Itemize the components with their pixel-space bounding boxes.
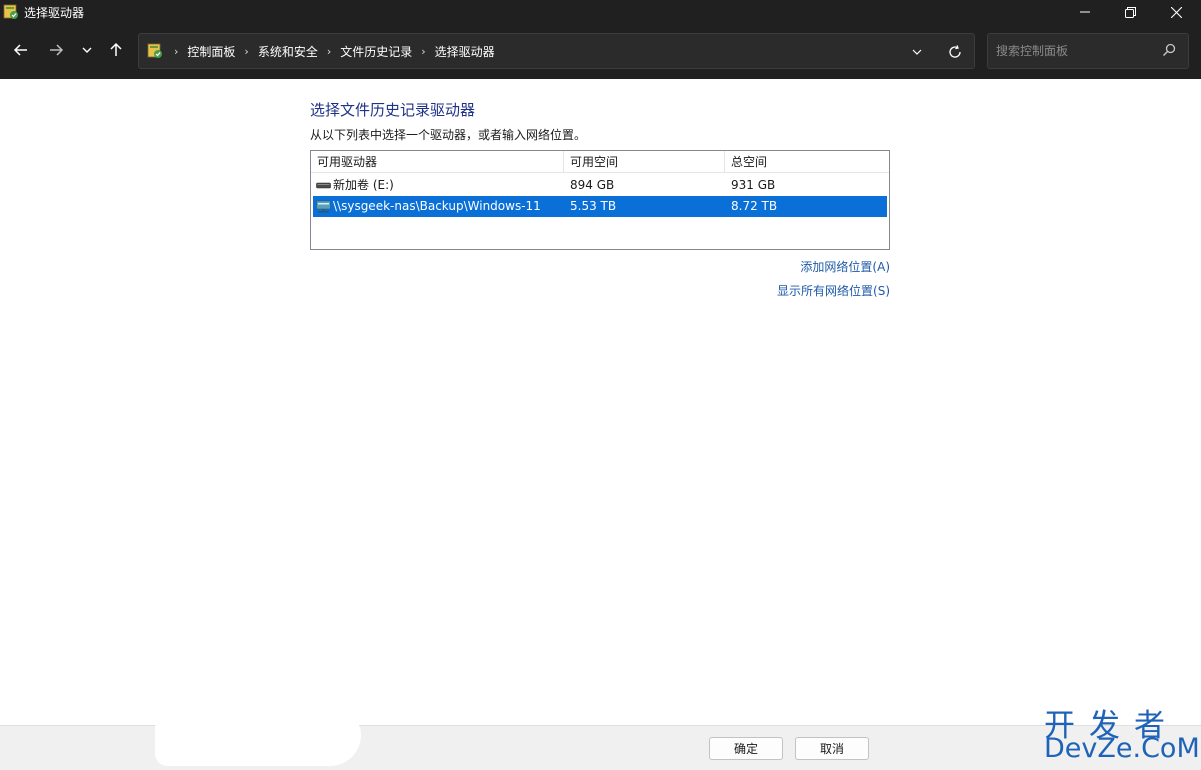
restore-button[interactable]	[1107, 0, 1153, 24]
chevron-down-icon	[912, 49, 922, 55]
column-header-total-space[interactable]: 总空间	[725, 151, 889, 173]
close-icon	[1170, 6, 1182, 18]
breadcrumb-system-security[interactable]: 系统和安全	[258, 43, 318, 60]
search-box[interactable]	[987, 33, 1189, 69]
window-title: 选择驱动器	[24, 6, 85, 20]
arrow-left-icon	[13, 44, 27, 56]
search-input[interactable]	[996, 34, 1156, 68]
arrow-right-icon	[50, 44, 64, 56]
address-history-button[interactable]	[907, 42, 927, 62]
restore-icon	[1124, 6, 1136, 18]
breadcrumb-select-drive[interactable]: 选择驱动器	[435, 43, 495, 60]
control-panel-icon	[3, 4, 19, 20]
list-header: 可用驱动器 可用空间 总空间	[311, 151, 889, 173]
watermark-line-2: DevZe.CoM	[1044, 733, 1200, 764]
cancel-button[interactable]: 取消	[795, 737, 869, 760]
chevron-right-icon[interactable]: ›	[327, 45, 331, 58]
recent-locations-button[interactable]	[73, 36, 101, 64]
title-bar: 选择驱动器	[0, 0, 1201, 24]
table-row[interactable]: 新加卷 (E:) 894 GB 931 GB	[313, 175, 887, 196]
watermark: 开发者 DevZe.CoM	[1040, 700, 1200, 770]
drive-free-space: 894 GB	[570, 178, 615, 192]
show-all-network-locations-link[interactable]: 显示所有网络位置(S)	[700, 282, 890, 299]
control-panel-icon	[147, 43, 163, 59]
arrow-up-icon	[110, 42, 122, 56]
drive-icon	[316, 179, 331, 192]
column-header-drive[interactable]: 可用驱动器	[311, 151, 564, 173]
forward-button[interactable]	[42, 36, 70, 64]
chevron-right-icon[interactable]: ›	[174, 45, 178, 58]
table-row[interactable]: \\sysgeek-nas\Backup\Windows-11 5.53 TB …	[313, 196, 887, 217]
page-title: 选择文件历史记录驱动器	[310, 101, 476, 119]
drive-total-space: 8.72 TB	[731, 199, 778, 213]
search-icon[interactable]	[1162, 43, 1178, 59]
breadcrumb: › 控制面板 › 系统和安全 › 文件历史记录 › 选择驱动器	[147, 34, 495, 68]
back-button[interactable]	[7, 36, 35, 64]
drive-name: 新加卷 (E:)	[333, 178, 394, 192]
redacted-area	[155, 710, 361, 766]
network-drive-icon	[316, 200, 331, 213]
breadcrumb-control-panel[interactable]: 控制面板	[187, 43, 235, 60]
close-button[interactable]	[1153, 0, 1199, 24]
drive-list[interactable]: 可用驱动器 可用空间 总空间 新加卷 (E:) 894 GB 931 GB \\…	[310, 150, 890, 250]
column-header-free-space[interactable]: 可用空间	[564, 151, 725, 173]
minimize-icon	[1080, 11, 1090, 13]
chevron-down-icon	[82, 47, 92, 53]
chevron-right-icon[interactable]: ›	[244, 45, 248, 58]
ok-button[interactable]: 确定	[709, 737, 783, 760]
address-bar[interactable]: › 控制面板 › 系统和安全 › 文件历史记录 › 选择驱动器	[138, 33, 975, 69]
drive-total-space: 931 GB	[731, 178, 776, 192]
drive-free-space: 5.53 TB	[570, 199, 617, 213]
minimize-button[interactable]	[1062, 0, 1108, 24]
refresh-icon	[949, 45, 961, 58]
refresh-button[interactable]	[945, 42, 965, 62]
chevron-right-icon[interactable]: ›	[421, 45, 425, 58]
add-network-location-link[interactable]: 添加网络位置(A)	[700, 258, 890, 275]
navigation-bar: › 控制面板 › 系统和安全 › 文件历史记录 › 选择驱动器	[0, 24, 1201, 79]
page-description: 从以下列表中选择一个驱动器，或者输入网络位置。	[310, 128, 587, 142]
up-button[interactable]	[102, 36, 130, 64]
breadcrumb-file-history[interactable]: 文件历史记录	[340, 43, 412, 60]
drive-name: \\sysgeek-nas\Backup\Windows-11	[333, 199, 541, 213]
